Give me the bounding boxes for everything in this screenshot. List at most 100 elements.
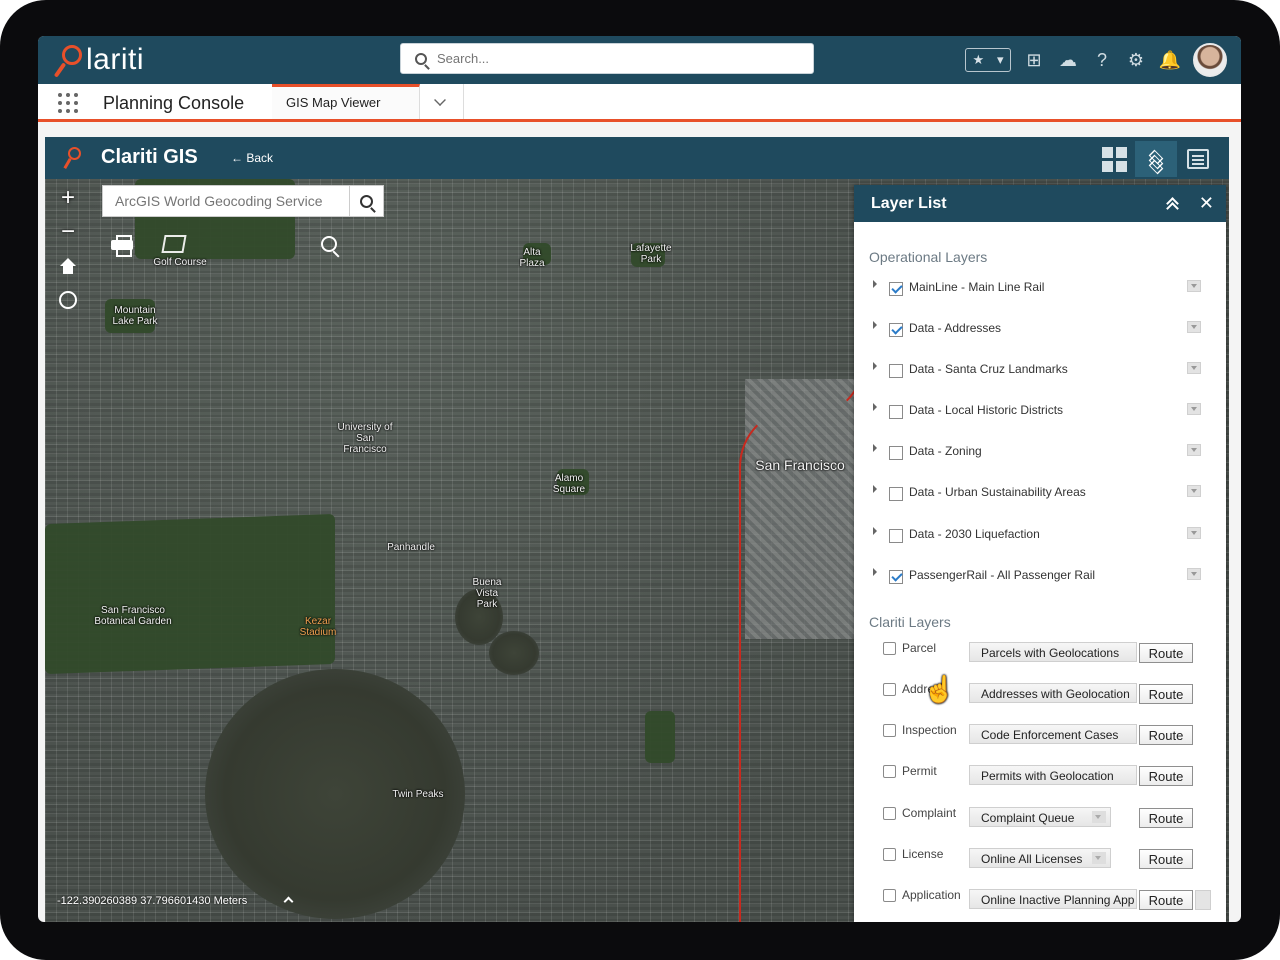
layer-options-icon[interactable] (1187, 321, 1201, 333)
route-button[interactable]: Route (1139, 766, 1193, 786)
measure-icon[interactable] (161, 235, 187, 253)
route-button[interactable]: Route (1139, 890, 1193, 910)
add-icon[interactable]: ⊞ (1023, 49, 1045, 71)
locate-button[interactable] (55, 287, 81, 313)
expand-arrow-icon[interactable] (873, 403, 877, 411)
layer-options-icon[interactable] (1187, 444, 1201, 456)
layer-options-icon[interactable] (1187, 403, 1201, 415)
clariti-layer-select[interactable]: Online Inactive Planning App (969, 889, 1137, 909)
gis-title: Clariti GIS (101, 146, 198, 168)
hand-cursor-icon: ☝ (923, 674, 956, 704)
chevron-down-icon[interactable] (434, 94, 446, 106)
zoom-out-button[interactable]: − (55, 218, 81, 245)
query-search-icon[interactable] (321, 236, 337, 252)
layer-options-icon[interactable] (1187, 362, 1201, 374)
layer-list-button[interactable] (1135, 141, 1177, 177)
map-label: Mountain Lake Park (112, 305, 158, 327)
logo-text: lariti (86, 43, 145, 76)
gear-icon[interactable]: ⚙ (1125, 49, 1147, 71)
expand-arrow-icon[interactable] (873, 527, 877, 535)
global-search-input[interactable] (437, 51, 777, 66)
clariti-layer-checkbox[interactable] (883, 724, 896, 737)
clariti-layer-checkbox[interactable] (883, 683, 896, 696)
zoom-in-button[interactable]: + (55, 184, 81, 211)
basemap-gallery-button[interactable] (1093, 141, 1135, 177)
layer-checkbox[interactable] (889, 486, 903, 501)
expand-arrow-icon[interactable] (873, 568, 877, 576)
global-search[interactable] (400, 43, 814, 74)
layer-label: Data - Santa Cruz Landmarks (909, 362, 1068, 376)
clariti-layer-checkbox[interactable] (883, 765, 896, 778)
clariti-layer-checkbox[interactable] (883, 807, 896, 820)
layer-checkbox[interactable] (889, 322, 903, 337)
clariti-layer-select[interactable]: Complaint Queue (969, 807, 1111, 827)
layer-checkbox[interactable] (889, 569, 903, 584)
operational-layer-row[interactable]: Data - Santa Cruz Landmarks (869, 357, 1209, 381)
clariti-layer-checkbox[interactable] (883, 889, 896, 902)
layer-options-icon[interactable] (1187, 485, 1201, 497)
clariti-layer-checkbox[interactable] (883, 642, 896, 655)
clariti-layer-select[interactable]: Permits with Geolocation (969, 765, 1137, 785)
help-icon[interactable]: ? (1091, 49, 1113, 71)
expand-arrow-icon[interactable] (873, 485, 877, 493)
operational-layer-row[interactable]: Data - Addresses (869, 316, 1209, 340)
route-button[interactable]: Route (1139, 849, 1193, 869)
map-label: Twin Peaks (392, 789, 444, 800)
layer-checkbox[interactable] (889, 445, 903, 460)
select-value: Code Enforcement Cases (981, 728, 1119, 742)
clariti-layer-select[interactable]: Addresses with Geolocation (969, 683, 1137, 703)
clariti-layer-row: Application Online Inactive Planning App… (883, 887, 1213, 911)
favorites-button[interactable]: ★ ▾ (965, 48, 1011, 72)
layer-checkbox[interactable] (889, 363, 903, 378)
tab-gis-map-viewer[interactable]: GIS Map Viewer (272, 84, 420, 119)
clariti-layer-row: Complaint Complaint Queue Route (883, 805, 1213, 829)
operational-layer-row[interactable]: Data - Local Historic Districts (869, 398, 1209, 422)
geocoder-search-button[interactable] (349, 186, 383, 216)
route-button[interactable]: Route (1139, 808, 1193, 828)
close-icon[interactable]: ✕ (1199, 193, 1214, 214)
operational-layer-row[interactable]: Data - Urban Sustainability Areas (869, 480, 1209, 504)
expand-arrow-icon[interactable] (873, 362, 877, 370)
layer-checkbox[interactable] (889, 528, 903, 543)
layer-options-icon[interactable] (1187, 280, 1201, 292)
operational-layer-row[interactable]: Data - Zoning (869, 439, 1209, 463)
user-avatar[interactable] (1193, 43, 1227, 77)
chevron-down-icon[interactable] (1195, 890, 1211, 910)
operational-layer-row[interactable]: Data - 2030 Liquefaction (869, 522, 1209, 546)
layer-checkbox[interactable] (889, 404, 903, 419)
clariti-layers-heading: Clariti Layers (869, 614, 951, 630)
app-launcher-icon[interactable] (58, 93, 78, 113)
expand-arrow-icon[interactable] (873, 444, 877, 452)
clariti-layer-select[interactable]: Online All Licenses (969, 848, 1111, 868)
clariti-layer-label: Inspection (902, 723, 957, 737)
layer-options-icon[interactable] (1187, 527, 1201, 539)
print-icon[interactable] (111, 235, 133, 257)
operational-layer-row[interactable]: MainLine - Main Line Rail (869, 275, 1209, 299)
layer-checkbox[interactable] (889, 281, 903, 296)
clariti-logo[interactable]: lariti (53, 40, 145, 80)
layer-options-icon[interactable] (1187, 568, 1201, 580)
layers-icon (1145, 148, 1167, 175)
route-button[interactable]: Route (1139, 725, 1193, 745)
expand-arrow-icon[interactable] (873, 280, 877, 288)
gis-toolbar (1093, 141, 1219, 177)
route-button[interactable]: Route (1139, 643, 1193, 663)
legend-button[interactable] (1177, 141, 1219, 177)
operational-layer-row[interactable]: PassengerRail - All Passenger Rail (869, 563, 1209, 587)
collapse-icon[interactable] (1166, 197, 1178, 209)
screen: lariti ★ ▾ ⊞ ☁ ? ⚙ 🔔 Planning Console GI… (38, 36, 1241, 922)
clariti-layer-select[interactable]: Code Enforcement Cases (969, 724, 1137, 744)
clariti-gis-logo-icon (63, 146, 83, 170)
back-link[interactable]: ← Back (231, 151, 273, 165)
home-button[interactable] (55, 253, 81, 279)
circle-icon (59, 291, 77, 309)
bell-icon[interactable]: 🔔 (1159, 49, 1181, 71)
geocoder-search[interactable] (102, 185, 384, 217)
setup-cloud-icon[interactable]: ☁ (1057, 49, 1079, 71)
route-button[interactable]: Route (1139, 684, 1193, 704)
expand-arrow-icon[interactable] (873, 321, 877, 329)
map-view[interactable]: Mountain Lake Park Golf Course Alta Plaz… (45, 179, 1229, 922)
clariti-layer-select[interactable]: Parcels with Geolocations (969, 642, 1137, 662)
clariti-layer-checkbox[interactable] (883, 848, 896, 861)
geocoder-input[interactable] (103, 186, 349, 216)
